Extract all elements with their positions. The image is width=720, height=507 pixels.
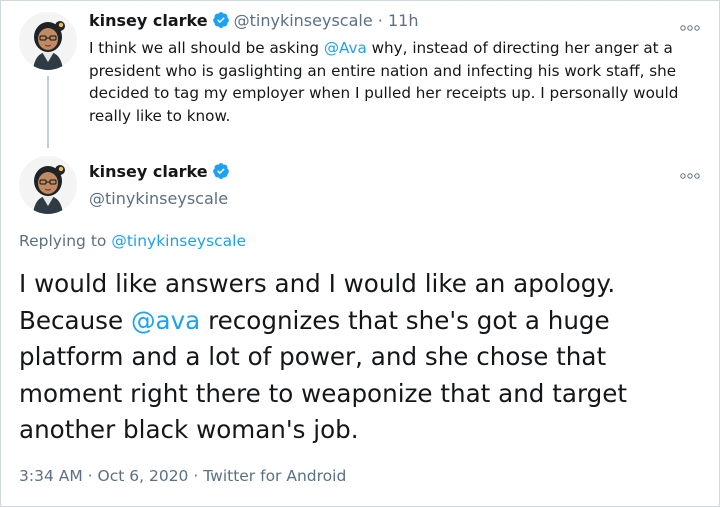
author-name[interactable]: kinsey clarke [89, 162, 208, 181]
replying-handle-link[interactable]: @tinykinseyscale [111, 232, 246, 250]
author-handle[interactable]: @tinykinseyscale [89, 187, 234, 211]
main-tweet-text: I would like answers and I would like an… [19, 266, 699, 449]
author-name[interactable]: kinsey clarke [89, 11, 208, 30]
separator: · [87, 467, 93, 485]
tweet-time[interactable]: 3:34 AM [19, 467, 83, 485]
tweet-date[interactable]: Oct 6, 2020 [98, 467, 189, 485]
parent-tweet-header: kinsey clarke @tinykinseyscale · 11h [89, 10, 699, 35]
parent-tweet[interactable]: kinsey clarke @tinykinseyscale · 11h I th… [89, 10, 699, 127]
separator: · [377, 11, 383, 30]
avatar-illustration-icon [19, 12, 77, 70]
tweet-text-segment: I think we all should be asking [89, 39, 324, 57]
replying-to: Replying to @tinykinseyscale [19, 232, 246, 250]
main-tweet-header: kinsey clarke @tinykinseyscale [89, 160, 234, 211]
thread-connector-line [47, 76, 49, 148]
tweet-client[interactable]: Twitter for Android [203, 467, 346, 485]
verified-badge-icon [212, 162, 230, 187]
replying-label: Replying to [19, 232, 112, 250]
avatar[interactable] [19, 156, 77, 214]
verified-badge-icon [212, 11, 230, 35]
mention-link[interactable]: @ava [131, 306, 200, 335]
mention-link[interactable]: @Ava [324, 39, 367, 57]
avatar-illustration-icon [19, 156, 77, 214]
tweet-meta: 3:34 AM · Oct 6, 2020 · Twitter for Andr… [19, 467, 346, 485]
timestamp[interactable]: 11h [388, 11, 419, 30]
more-options-icon[interactable] [680, 166, 700, 179]
separator: · [193, 467, 199, 485]
author-handle[interactable]: @tinykinseyscale [234, 11, 373, 30]
avatar[interactable] [19, 12, 77, 70]
more-options-icon[interactable] [680, 18, 700, 31]
parent-tweet-text: I think we all should be asking @Ava why… [89, 37, 699, 127]
